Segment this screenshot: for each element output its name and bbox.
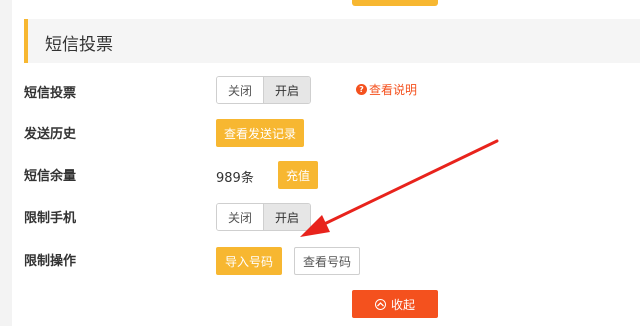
collapse-button[interactable]: 收起 <box>352 290 438 318</box>
left-panel-edge <box>0 0 12 326</box>
restrict-phone-label: 限制手机 <box>24 211 77 226</box>
sms-vote-on-option[interactable]: 开启 <box>263 77 310 103</box>
sms-vote-off-option[interactable]: 关闭 <box>217 77 263 103</box>
view-numbers-button[interactable]: 查看号码 <box>294 247 360 275</box>
recharge-button[interactable]: 充值 <box>278 161 318 189</box>
view-instructions-text: 查看说明 <box>369 83 418 97</box>
top-button-fragment[interactable] <box>352 0 438 6</box>
section-title: 短信投票 <box>45 35 113 55</box>
question-circle-icon: ? <box>356 84 367 95</box>
view-send-records-button[interactable]: 查看发送记录 <box>216 119 304 147</box>
sms-vote-toggle[interactable]: 关闭 开启 <box>216 76 311 104</box>
sms-balance-label: 短信余量 <box>24 169 77 184</box>
sms-vote-label: 短信投票 <box>24 86 77 101</box>
restrict-action-label: 限制操作 <box>24 254 77 269</box>
section-header: 短信投票 <box>24 19 640 63</box>
chevron-up-icon <box>374 298 386 310</box>
import-numbers-button[interactable]: 导入号码 <box>216 247 282 275</box>
send-history-label: 发送历史 <box>24 127 77 142</box>
sms-balance-value: 989条 <box>216 171 254 186</box>
restrict-phone-off-option[interactable]: 关闭 <box>217 204 263 230</box>
restrict-phone-toggle[interactable]: 关闭 开启 <box>216 203 311 231</box>
collapse-label: 收起 <box>390 297 415 312</box>
restrict-phone-on-option[interactable]: 开启 <box>263 204 310 230</box>
view-instructions-link[interactable]: ? 查看说明 <box>356 81 417 98</box>
